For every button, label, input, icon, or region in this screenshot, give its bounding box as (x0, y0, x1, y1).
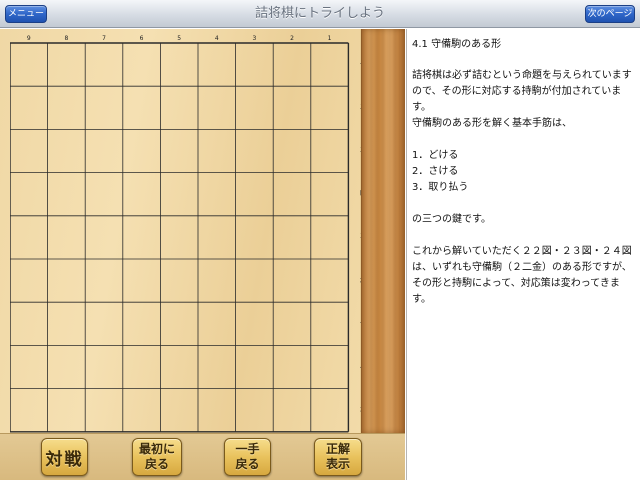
outro-paragraph: これから解いていただく２２図・２３図・２４図は、いずれも守備駒（２二金）のある形… (412, 246, 632, 305)
navigation-bar: メニュー 詰将棋にトライしよう 次のページ (0, 0, 640, 28)
board-area: 9 8 7 6 5 4 3 2 1 一 二 三 四 五 六 七 八 九 (0, 29, 405, 433)
go-to-start-line2: 戻る (144, 457, 169, 471)
undo-move-button[interactable]: 一手 戻る (224, 438, 271, 476)
battle-button[interactable]: 対戦 (41, 438, 88, 476)
undo-move-line2: 戻る (235, 457, 260, 471)
wood-grain (368, 29, 400, 433)
file-label: 1 (327, 35, 332, 42)
file-label: 5 (177, 35, 182, 42)
undo-move-line1: 一手 (235, 442, 260, 456)
section-title: 4.1 守備駒のある形 (412, 39, 502, 50)
show-answer-button[interactable]: 正解 表示 (314, 438, 362, 476)
control-bar: 対戦 最初に 戻る 一手 戻る 正解 表示 (0, 433, 405, 480)
file-label: 4 (214, 35, 219, 42)
summary-paragraph: の三つの鍵です。 (412, 214, 491, 225)
next-page-button[interactable]: 次のページ (585, 5, 635, 23)
board-grid-lines (10, 42, 350, 433)
show-answer-line2: 表示 (325, 457, 350, 471)
file-label: 2 (290, 35, 294, 42)
piece-stand[interactable] (361, 29, 405, 433)
shogi-board[interactable]: 9 8 7 6 5 4 3 2 1 一 二 三 四 五 六 七 八 九 (0, 29, 366, 433)
board-grid[interactable]: 9 8 7 6 5 4 3 2 1 一 二 三 四 五 六 七 八 九 (10, 34, 366, 454)
file-label: 6 (139, 35, 144, 42)
battle-button-label: 対戦 (45, 449, 84, 470)
list-item: 1．どける (412, 150, 459, 161)
file-label: 3 (252, 35, 257, 42)
file-label: 7 (102, 35, 106, 42)
file-label: 9 (26, 35, 31, 42)
menu-button[interactable]: メニュー (5, 5, 47, 23)
go-to-start-button[interactable]: 最初に 戻る (132, 438, 182, 476)
intro-paragraph: 詰将棋は必ず詰むという命題を与えられていますので、その形に対応する持駒が付加され… (412, 70, 632, 129)
page-title: 詰将棋にトライしよう (254, 6, 385, 21)
show-answer-line1: 正解 (325, 442, 350, 456)
list-item: 3．取り払う (412, 182, 469, 193)
file-label: 8 (64, 35, 69, 42)
explanation-panel: 4.1 守備駒のある形 詰将棋は必ず詰むという命題を与えられていますので、その形… (406, 29, 640, 480)
go-to-start-line1: 最初に (138, 442, 175, 456)
list-item: 2．さける (412, 166, 459, 177)
